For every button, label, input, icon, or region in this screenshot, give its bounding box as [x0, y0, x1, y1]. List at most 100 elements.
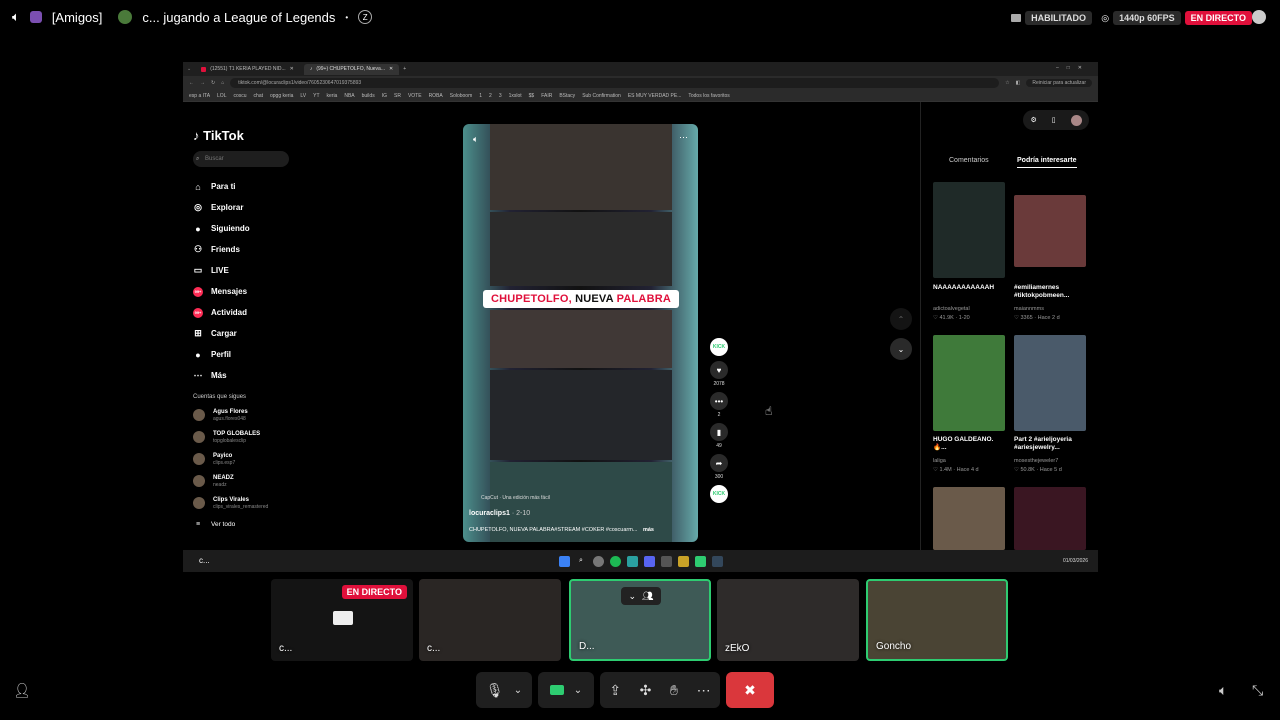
- video-author[interactable]: mosesthejeweler7: [1014, 458, 1086, 464]
- bookmark-item[interactable]: 1: [479, 93, 482, 99]
- back-icon[interactable]: ←: [189, 80, 194, 86]
- scroll-up-button[interactable]: ⌃: [890, 308, 912, 330]
- close-icon[interactable]: ✕: [389, 66, 393, 72]
- bookmark-item[interactable]: 1xslot: [509, 93, 522, 99]
- nav-item[interactable]: ◎ Explorar: [193, 197, 293, 218]
- followed-account[interactable]: Clips Virales clips_virales_remastered: [193, 492, 293, 514]
- video-thumbnail[interactable]: [933, 335, 1005, 431]
- search-input[interactable]: ⌕ Buscar: [193, 151, 289, 167]
- notes-icon[interactable]: [626, 555, 638, 567]
- tiktok-logo[interactable]: ♪ TikTok: [193, 128, 293, 143]
- server-icon[interactable]: [29, 11, 42, 23]
- followed-account[interactable]: TOP GLOBALES topglobalesclip: [193, 426, 293, 448]
- screen-share-button[interactable]: ⇪ ✣ ✋︎ ⋯: [600, 672, 720, 708]
- game-icon[interactable]: [677, 555, 689, 567]
- scroll-down-button[interactable]: ⌄: [890, 338, 912, 360]
- more-options-icon[interactable]: ⋯: [679, 132, 688, 143]
- video-thumbnail[interactable]: [933, 487, 1005, 550]
- bookmark-item[interactable]: Sub Confirmation: [582, 93, 621, 99]
- participant-tile[interactable]: EN DIRECTO c...: [271, 579, 413, 661]
- share-button[interactable]: ➦ 300: [705, 454, 733, 480]
- nav-item[interactable]: 99+ Mensajes: [193, 281, 293, 302]
- video-title[interactable]: #emiliamernes #tiktokpobmeen...: [1014, 284, 1086, 300]
- url-bar[interactable]: tiktok.com/@locuraclips1/video/760523064…: [230, 78, 1000, 88]
- nav-item[interactable]: 99+ Actividad: [193, 302, 293, 323]
- bookmark-item[interactable]: LOL: [217, 93, 226, 99]
- participant-tile-speaking[interactable]: ⌄ 👥︎ D...: [569, 579, 711, 661]
- participant-tile[interactable]: c...: [419, 579, 561, 661]
- discord-icon[interactable]: [643, 555, 655, 567]
- followed-account[interactable]: NEADZ neadz: [193, 470, 293, 492]
- star-icon[interactable]: ☆: [1005, 80, 1009, 86]
- save-button[interactable]: ▮ 49: [705, 423, 733, 449]
- video-player[interactable]: CHUPETOLFO, NUEVA PALABRA 🔈︎ ⋯ CapCut · …: [463, 124, 698, 542]
- tile-overlay-controls[interactable]: ⌄ 👥︎: [621, 587, 661, 605]
- video-title[interactable]: Part 2 #arieljoyeria #ariesjewelry...: [1014, 436, 1086, 452]
- device-icon[interactable]: ▯: [1052, 116, 1056, 124]
- nav-item[interactable]: ▭ LIVE: [193, 260, 293, 281]
- extensions-icon[interactable]: ◧: [1016, 80, 1021, 86]
- nav-item[interactable]: ● Siguiendo: [193, 218, 293, 239]
- bookmark-item[interactable]: chat: [254, 93, 263, 99]
- tab-recommended[interactable]: Podría interesarte: [1017, 157, 1077, 168]
- bookmark-item[interactable]: ES MUY VERDAD PE...: [628, 93, 682, 99]
- bookmark-item[interactable]: opgg keria: [270, 93, 293, 99]
- search-icon[interactable]: ⌕: [576, 556, 587, 567]
- video-thumbnail[interactable]: [1014, 335, 1086, 431]
- bookmark-item[interactable]: FAIR: [541, 93, 552, 99]
- bookmark-item[interactable]: BStacy: [559, 93, 575, 99]
- bookmark-item[interactable]: 2: [489, 93, 492, 99]
- mic-button[interactable]: 🎙︎ ⌄: [476, 672, 532, 708]
- camera-button[interactable]: ⌄: [538, 672, 594, 708]
- home-icon[interactable]: ⌂: [221, 80, 224, 86]
- speaker-icon[interactable]: 🔈︎: [12, 9, 20, 25]
- spotify-icon[interactable]: [609, 555, 621, 567]
- tab-list-icon[interactable]: ⌄: [187, 66, 191, 72]
- window-controls[interactable]: –□✕: [1056, 65, 1090, 71]
- bookmark-item[interactable]: ROBA: [429, 93, 443, 99]
- creator-avatar[interactable]: KICK: [705, 338, 733, 356]
- nav-item[interactable]: ⋯ Más: [193, 365, 293, 386]
- nav-item[interactable]: ⚇ Friends: [193, 239, 293, 260]
- update-button[interactable]: Reiniciar para actualizar: [1026, 79, 1092, 87]
- bookmark-item[interactable]: YT: [313, 93, 319, 99]
- sound-disc[interactable]: KICK: [705, 485, 733, 503]
- settings-icon[interactable]: ⚙︎: [1030, 116, 1036, 124]
- see-all-link[interactable]: ≡ Ver todo: [193, 514, 293, 535]
- forward-icon[interactable]: →: [200, 80, 205, 86]
- bookmark-item[interactable]: LV: [300, 93, 306, 99]
- participant-tile-speaking[interactable]: Goncho: [866, 579, 1008, 661]
- bookmark-item[interactable]: $$: [529, 93, 535, 99]
- like-button[interactable]: ♥ 2078: [705, 361, 733, 387]
- video-title[interactable]: NAAAAAAAAAAAH: [933, 284, 1005, 292]
- bookmark-item[interactable]: keria: [327, 93, 338, 99]
- kick-icon[interactable]: [694, 555, 706, 567]
- nav-item[interactable]: ⌂ Para ti: [193, 176, 293, 197]
- participant-tile[interactable]: zEkO: [717, 579, 859, 661]
- video-title[interactable]: HUGO GALDEANO. 🔥...: [933, 436, 1005, 452]
- video-thumbnail[interactable]: [1014, 487, 1086, 550]
- bookmark-item[interactable]: VOTE: [408, 93, 422, 99]
- disconnect-button[interactable]: ✖: [726, 672, 774, 708]
- volume-icon[interactable]: 🔈︎: [1219, 682, 1227, 699]
- video-author[interactable]: maiannmms: [1014, 306, 1086, 312]
- avatar[interactable]: [1070, 114, 1082, 126]
- video-author[interactable]: laliga: [933, 458, 1005, 464]
- new-tab-icon[interactable]: +: [403, 66, 406, 72]
- video-author[interactable]: locuraclips1: [469, 510, 510, 517]
- add-user-icon[interactable]: 👤︎: [13, 682, 31, 699]
- bookmark-item[interactable]: NBA: [344, 93, 354, 99]
- volume-icon[interactable]: 🔈︎: [473, 134, 478, 145]
- comment-button[interactable]: ••• 2: [705, 392, 733, 418]
- followed-account[interactable]: Payico clips.esp7: [193, 448, 293, 470]
- video-thumbnail[interactable]: [933, 182, 1005, 278]
- followed-account[interactable]: Agus Flores agus.flores048: [193, 404, 293, 426]
- app-icon[interactable]: [660, 555, 672, 567]
- bookmark-item[interactable]: esp a ITA: [189, 93, 210, 99]
- bookmark-item[interactable]: SR: [394, 93, 401, 99]
- bookmark-item[interactable]: IG: [382, 93, 387, 99]
- browser-tab-active[interactable]: ♪ (99+) CHUPETOLFO, Nueva... ✕: [303, 63, 400, 75]
- reload-icon[interactable]: ↻: [211, 80, 215, 86]
- browser-tab[interactable]: (12551) T1 KERIA PLAYED NID... ✕: [195, 64, 300, 75]
- windows-start-icon[interactable]: [558, 555, 570, 567]
